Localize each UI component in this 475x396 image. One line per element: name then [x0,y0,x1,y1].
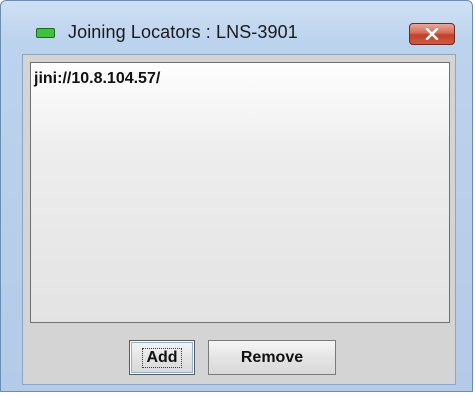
window-title: Joining Locators : LNS-3901 [68,22,298,42]
locator-list[interactable]: jini://10.8.104.57/ [30,62,450,323]
dialog-content: jini://10.8.104.57/ Add Remove [22,54,456,385]
list-item[interactable]: jini://10.8.104.57/ [34,70,160,88]
close-icon [425,28,439,40]
app-icon [36,28,55,38]
joining-locators-window: Joining Locators : LNS-3901 jini://10.8.… [0,0,473,392]
add-button[interactable]: Add [129,340,195,375]
title-bar[interactable]: Joining Locators : LNS-3901 [1,1,472,45]
close-button[interactable] [409,23,455,45]
remove-button[interactable]: Remove [208,340,336,375]
add-button-label: Add [142,348,182,368]
